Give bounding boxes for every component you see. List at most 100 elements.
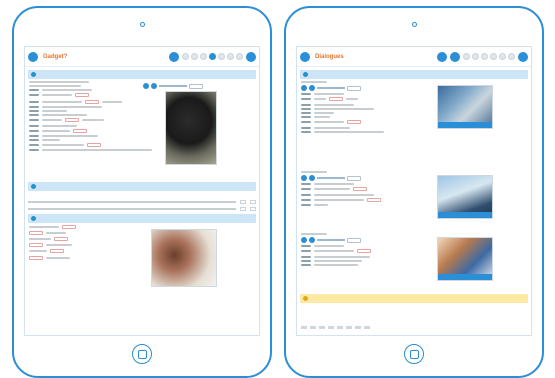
page-dot[interactable] (236, 53, 243, 60)
false-checkbox[interactable] (250, 200, 256, 204)
true-checkbox[interactable] (240, 206, 246, 211)
audio-progress[interactable] (159, 85, 187, 87)
page-dot[interactable] (227, 53, 234, 60)
page-pager (182, 53, 243, 60)
family-photo (437, 237, 493, 281)
answer-input[interactable] (347, 120, 361, 125)
ordering-block (25, 224, 259, 287)
page-title: Dialogues (315, 53, 344, 60)
camera-icon (139, 22, 145, 27)
audio-player[interactable] (301, 175, 527, 181)
section-number-icon (303, 296, 308, 301)
home-button-icon[interactable] (404, 344, 424, 364)
speed-select[interactable] (189, 83, 203, 89)
answer-input[interactable] (353, 187, 367, 192)
page-dot[interactable] (218, 53, 225, 60)
shop-photo (437, 85, 493, 129)
tablet-right-screen: Dialogues (296, 46, 532, 336)
dialogue-heading (301, 171, 327, 173)
audio-progress[interactable] (317, 177, 345, 179)
dialogue-1 (297, 81, 531, 169)
answer-input[interactable] (29, 230, 43, 235)
dialogue-heading (301, 233, 327, 235)
answer-input[interactable] (357, 249, 371, 254)
page-dot[interactable] (200, 53, 207, 60)
tablet-left-screen: Gadget? (24, 46, 260, 336)
home-button-icon[interactable] (132, 344, 152, 364)
section-number-icon (31, 72, 36, 77)
page-dot[interactable] (182, 53, 189, 60)
dialogue-2 (297, 171, 531, 231)
answer-input[interactable] (75, 93, 89, 98)
audio-player[interactable] (143, 83, 203, 89)
prev-page-icon[interactable] (169, 51, 179, 62)
answer-input[interactable] (50, 249, 64, 254)
next-page-icon[interactable] (246, 51, 256, 62)
page-dot[interactable] (499, 53, 506, 60)
pause-icon[interactable] (309, 85, 315, 91)
answer-input[interactable] (329, 97, 343, 102)
section-header-1 (300, 70, 528, 79)
photo-caption (438, 274, 492, 280)
page-dot[interactable] (191, 53, 198, 60)
section-header-1 (28, 70, 256, 79)
camera-icon (411, 22, 417, 27)
answer-input[interactable] (367, 197, 381, 202)
pause-icon[interactable] (309, 175, 315, 181)
answer-input[interactable] (29, 255, 43, 260)
photo-caption (438, 212, 492, 218)
section-number-icon (31, 215, 36, 221)
dialogue-3 (297, 233, 531, 291)
play-icon[interactable] (301, 237, 307, 243)
page-dot[interactable] (472, 53, 479, 60)
answer-input[interactable] (85, 99, 99, 104)
menu-icon[interactable] (300, 51, 310, 62)
audio-progress[interactable] (317, 239, 345, 241)
section-number-icon (31, 184, 36, 189)
section-header-3 (28, 213, 256, 223)
home-page-icon[interactable] (450, 51, 460, 62)
top-bar: Dialogues (297, 47, 531, 67)
true-checkbox[interactable] (240, 200, 246, 204)
next-page-icon[interactable] (518, 51, 528, 62)
section-header-2 (300, 294, 528, 303)
page-dot[interactable] (463, 53, 470, 60)
section-header-2 (28, 182, 256, 191)
text-line (29, 85, 81, 87)
play-icon[interactable] (301, 175, 307, 181)
speed-select[interactable] (347, 175, 361, 181)
photo-caption (438, 122, 492, 128)
pause-icon[interactable] (309, 237, 315, 243)
dog-photo (165, 91, 217, 165)
answer-input[interactable] (73, 128, 87, 133)
speed-select[interactable] (347, 85, 361, 91)
page-dot[interactable] (508, 53, 515, 60)
answer-input[interactable] (62, 224, 76, 229)
play-icon[interactable] (143, 83, 149, 89)
audio-progress[interactable] (317, 87, 345, 89)
speed-select[interactable] (347, 237, 361, 243)
page-dot[interactable] (481, 53, 488, 60)
outdoor-photo (437, 175, 493, 219)
answer-input[interactable] (65, 118, 79, 123)
tablet-right: Dialogues (284, 6, 544, 378)
page-dot-active[interactable] (209, 53, 216, 60)
couple-photo (151, 228, 217, 287)
text-line (29, 81, 89, 83)
false-checkbox[interactable] (250, 206, 256, 211)
answer-input[interactable] (29, 243, 43, 248)
dialogue-heading (301, 81, 327, 83)
play-icon[interactable] (301, 85, 307, 91)
menu-icon[interactable] (28, 51, 38, 62)
answer-input[interactable] (87, 143, 101, 148)
true-false-table (28, 194, 256, 211)
prev-page-icon[interactable] (437, 51, 447, 62)
audio-player[interactable] (301, 237, 527, 243)
page-dot[interactable] (490, 53, 497, 60)
answer-input[interactable] (54, 237, 68, 242)
audio-player[interactable] (301, 85, 527, 91)
pause-icon[interactable] (151, 83, 157, 89)
footer-strip (301, 326, 527, 329)
top-bar: Gadget? (25, 47, 259, 67)
page-pager (463, 53, 515, 60)
